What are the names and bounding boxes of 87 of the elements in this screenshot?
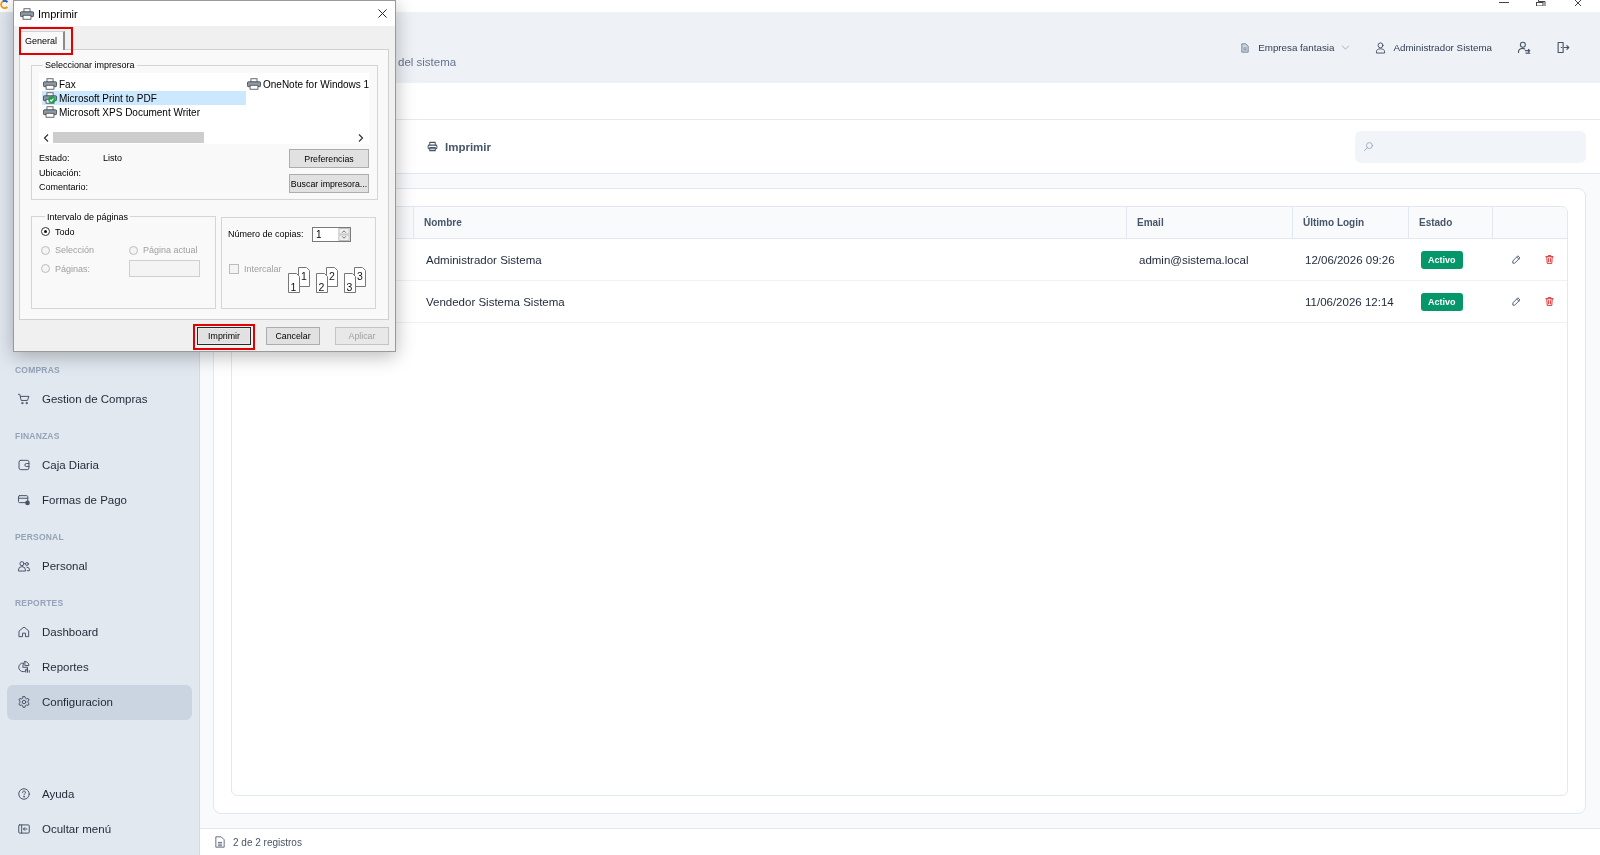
document-icon	[1241, 42, 1250, 53]
column-header: Email	[1127, 207, 1293, 238]
scrollbar-thumb[interactable]	[53, 132, 204, 143]
section-label: PERSONAL	[14, 531, 65, 544]
tab[interactable]: General	[19, 31, 66, 50]
home-icon	[17, 625, 31, 639]
search-icon	[1363, 141, 1374, 152]
field-label: Ubicación:	[39, 167, 83, 178]
dialog-button[interactable]: Buscar impresora...	[289, 174, 369, 193]
group-label: Seleccionar impresora	[44, 59, 136, 71]
printer-icon	[20, 7, 34, 20]
printer-item[interactable]: Fax	[42, 77, 246, 91]
chevron-left-icon[interactable]	[43, 133, 49, 142]
table-cell-text: 11/06/2026 12:14	[1304, 294, 1395, 310]
sidebar-item[interactable]: Formas de Pago	[7, 482, 192, 518]
company-selector[interactable]: Empresa fantasia	[1241, 42, 1351, 53]
app-logo-icon	[0, 0, 9, 9]
page-subtitle: del sistema	[398, 54, 457, 70]
status-badge: Activo	[1421, 292, 1463, 311]
chart-icon	[17, 660, 31, 674]
table-cell-text: Administrador Sistema	[425, 252, 543, 268]
card-icon	[17, 493, 31, 507]
radio-label: Página actual	[143, 245, 198, 256]
field-label: Comentario:	[39, 182, 90, 193]
dialog-button[interactable]: Preferencias	[289, 149, 369, 168]
column-header: Último Login	[1293, 207, 1409, 238]
column-header: Estado	[1409, 207, 1493, 238]
sidebar-item[interactable]: Reportes	[7, 649, 192, 685]
section-label: REPORTES	[14, 597, 65, 610]
printer-item[interactable]: OneNote for Windows 1	[246, 77, 370, 91]
record-count: 2 de 2 registros	[233, 836, 302, 848]
radio-label: Todo	[55, 226, 75, 237]
delete-icon[interactable]	[1544, 296, 1555, 307]
dialog-button[interactable]: Imprimir	[197, 327, 251, 345]
dialog-title: Imprimir	[38, 7, 78, 20]
sidebar-item[interactable]: Caja Diaria	[7, 447, 192, 483]
sidebar-item[interactable]: Ocultar menú	[7, 811, 192, 847]
field-label: Número de copias:	[228, 229, 305, 239]
help-icon	[17, 787, 31, 801]
edit-icon[interactable]	[1511, 254, 1522, 265]
collate-illustration: 1 1 2 2 3 3	[288, 266, 368, 293]
dialog-button[interactable]: Cancelar	[266, 327, 320, 345]
delete-icon[interactable]	[1544, 254, 1555, 265]
field-label: Estado:	[39, 153, 71, 164]
search-field[interactable]	[1355, 130, 1586, 163]
sidebar-item[interactable]: Configuracion	[7, 684, 192, 720]
printer-icon	[427, 141, 438, 152]
section-label: FINANZAS	[14, 430, 61, 443]
spin-arrows-icon[interactable]	[338, 227, 350, 241]
sidebar-item[interactable]: Dashboard	[7, 614, 192, 650]
spin-field[interactable]: 1	[312, 226, 351, 242]
column-header: Nombre	[414, 207, 1127, 238]
radio-label: Selección	[55, 245, 95, 256]
cart-icon	[17, 392, 31, 406]
wallet-icon	[17, 458, 31, 472]
section-label: COMPRAS	[14, 364, 61, 377]
status-badge: Activo	[1421, 250, 1463, 269]
table-cell-text: Vendedor Sistema Sistema	[425, 294, 566, 310]
printer-item[interactable]: Microsoft XPS Document Writer	[42, 105, 246, 119]
user-icon	[1374, 41, 1388, 54]
settings-icon	[17, 695, 31, 709]
sidebar-collapse-icon	[17, 822, 31, 836]
document-icon	[215, 836, 225, 848]
minimize-icon[interactable]	[1499, 0, 1509, 6]
user-switch-icon[interactable]	[1516, 40, 1531, 55]
logout-icon[interactable]	[1555, 40, 1570, 55]
sidebar-item[interactable]: Gestion de Compras	[7, 381, 192, 417]
field-value: Listo	[103, 153, 122, 164]
table-cell-text: admin@sistema.local	[1138, 252, 1250, 268]
print-button[interactable]: Imprimir	[417, 134, 501, 159]
close-icon[interactable]	[378, 9, 387, 18]
checkbox-label: Intercalar	[244, 263, 282, 274]
restore-icon[interactable]	[1536, 0, 1546, 6]
chevron-right-icon[interactable]	[358, 133, 364, 142]
user-menu[interactable]: Administrador Sistema	[1374, 41, 1492, 54]
printer-item[interactable]: Microsoft Print to PDF	[42, 91, 246, 105]
sidebar-item[interactable]: Ayuda	[7, 776, 192, 812]
radio-button[interactable]	[41, 227, 50, 237]
sidebar-item[interactable]: Personal	[7, 548, 192, 584]
group-label: Intervalo de páginas	[46, 210, 130, 223]
table-cell-text: 12/06/2026 09:26	[1304, 252, 1396, 268]
chevron-down-icon	[1341, 45, 1351, 50]
printer-list[interactable]: Fax Microsoft Print to PDF Microsoft XPS Document Writer OneNote for Windows 1	[39, 73, 369, 144]
users-icon	[17, 559, 31, 573]
close-icon[interactable]	[1573, 0, 1583, 6]
edit-icon[interactable]	[1511, 296, 1522, 307]
radio-label: Páginas:	[55, 263, 91, 274]
